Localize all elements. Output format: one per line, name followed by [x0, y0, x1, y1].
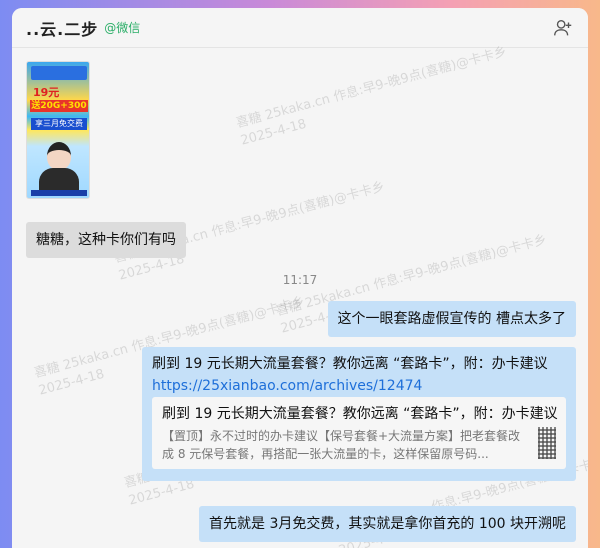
thumb-footer — [31, 190, 87, 196]
thumb-person-body — [39, 168, 79, 190]
message-text: 这个一眼套路虚假宣传的 槽点太多了 — [337, 311, 566, 327]
thumb-offer: 享三月免交费 — [31, 118, 87, 130]
chat-header: ..云.二步 @微信 — [12, 8, 588, 48]
add-member-icon[interactable] — [552, 17, 574, 39]
message-text: 刷到 19 元长期大流量套餐？教你远离 “套路卡”，附：办卡建议 — [152, 356, 548, 372]
card-title: 刷到 19 元长期大流量套餐？教你远离 “套路卡”，附：办卡建议 — [162, 406, 558, 422]
message-bubble-right[interactable]: 这个一眼套路虚假宣传的 槽点太多了 — [327, 301, 576, 337]
image-thumbnail[interactable]: 19元 送20G+300 享三月免交费 — [26, 61, 90, 199]
message-bubble-left[interactable]: 糖糖，这种卡你们有吗 — [26, 222, 186, 258]
thumb-person — [47, 142, 71, 170]
contact-tag: @微信 — [104, 21, 141, 35]
contact-name[interactable]: ..云.二步 — [26, 16, 98, 40]
link-preview-card[interactable]: 刷到 19 元长期大流量套餐？教你远离 “套路卡”，附：办卡建议 【置顶】永不过… — [152, 397, 566, 469]
message-bubble-right[interactable]: 首先就是 3月免交费，其实就是拿你首充的 100 块开溯呢 — [199, 506, 576, 542]
message-bubble-link[interactable]: 刷到 19 元长期大流量套餐？教你远离 “套路卡”，附：办卡建议 https:/… — [142, 347, 576, 481]
qr-code-icon — [538, 427, 556, 459]
thumb-banner: 送20G+300 — [30, 100, 88, 112]
thumb-header — [31, 66, 87, 80]
article-link[interactable]: https://25xianbao.com/archives/12474 — [152, 378, 422, 394]
card-description: 【置顶】永不过时的办卡建议【保号套餐+大流量方案】把老套餐改成 8 元保号套餐，… — [162, 429, 521, 461]
message-text: 首先就是 3月免交费，其实就是拿你首充的 100 块开溯呢 — [209, 516, 566, 532]
message-list[interactable]: 喜糖 25kaka.cn 作息:早9-晚9点(喜糖)@卡卡乡 2025-4-18 … — [12, 44, 588, 548]
thumb-price: 19元 — [33, 86, 60, 99]
watermark: 喜糖 25kaka.cn 作息:早9-晚9点(喜糖)@卡卡乡2025-4-18 — [234, 44, 509, 149]
message-text: 糖糖，这种卡你们有吗 — [36, 232, 176, 248]
message-timestamp: 11:17 — [282, 273, 318, 287]
chat-window: ..云.二步 @微信 喜糖 25kaka.cn 作息:早9-晚9点(喜糖)@卡卡… — [12, 8, 588, 548]
